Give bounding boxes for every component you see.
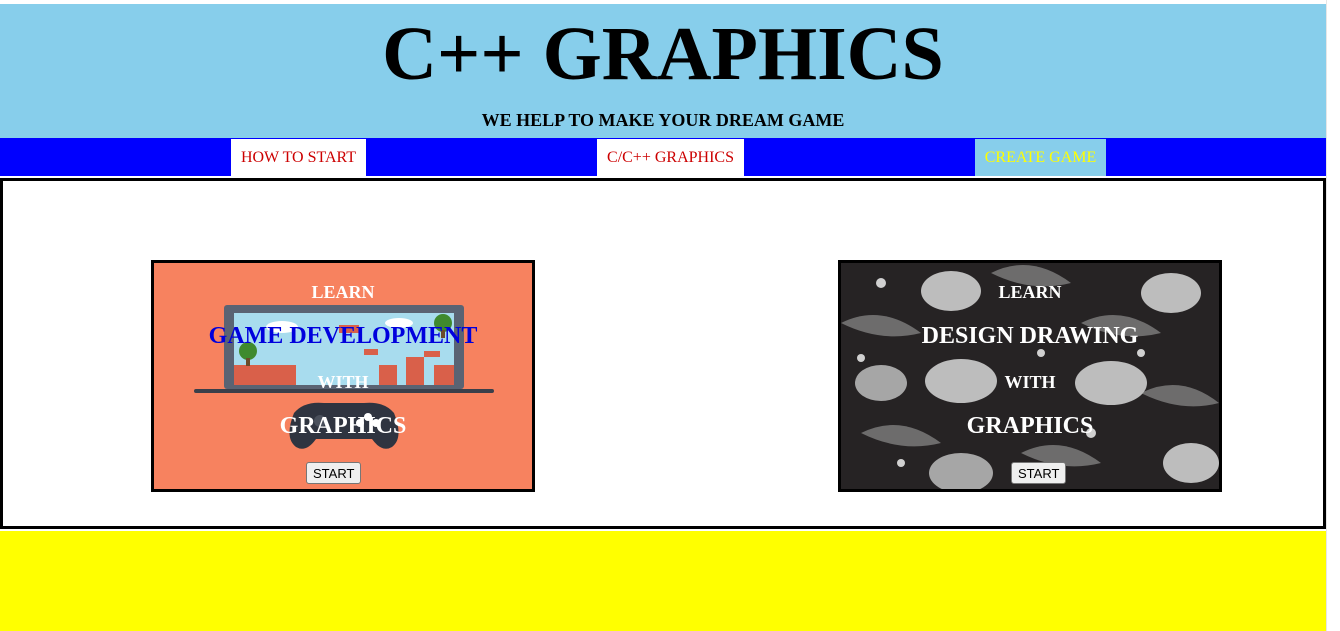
start-design-drawing-button[interactable]: START — [1011, 462, 1067, 484]
card-subject-title: GAME DEVELOPMENT — [208, 323, 478, 349]
start-game-development-button[interactable]: START — [306, 462, 362, 484]
card-graphics-label: GRAPHICS — [966, 413, 1094, 439]
nav-link-create-game[interactable]: CREATE GAME — [975, 139, 1106, 176]
nav-link-cpp-graphics[interactable]: C/C++ GRAPHICS — [597, 139, 744, 176]
card-subject-title: DESIGN DRAWING — [921, 323, 1139, 349]
card-with-label: WITH — [1004, 372, 1056, 392]
page-scrollbar[interactable] — [1326, 0, 1340, 631]
card-learn-label: LEARN — [998, 282, 1062, 302]
game-development-card: LEARN GAME DEVELOPMENT WITH GRAPHICS STA… — [151, 260, 535, 492]
site-tagline: WE HELP TO MAKE YOUR DREAM GAME — [481, 110, 845, 130]
design-drawing-card: LEARN DESIGN DRAWING WITH GRAPHICS START — [838, 260, 1222, 492]
main-content: LEARN GAME DEVELOPMENT WITH GRAPHICS STA… — [0, 178, 1326, 529]
main-navigation: HOW TO START C/C++ GRAPHICS CREATE GAME — [0, 138, 1326, 176]
nav-link-how-to-start[interactable]: HOW TO START — [231, 139, 366, 176]
site-footer — [0, 531, 1326, 631]
site-header: C++ GRAPHICS WE HELP TO MAKE YOUR DREAM … — [0, 4, 1326, 138]
card-with-label: WITH — [317, 372, 369, 392]
page: C++ GRAPHICS WE HELP TO MAKE YOUR DREAM … — [0, 0, 1326, 631]
site-title: C++ GRAPHICS — [382, 12, 944, 96]
card-learn-label: LEARN — [311, 282, 375, 302]
card-graphics-label: GRAPHICS — [279, 413, 407, 439]
